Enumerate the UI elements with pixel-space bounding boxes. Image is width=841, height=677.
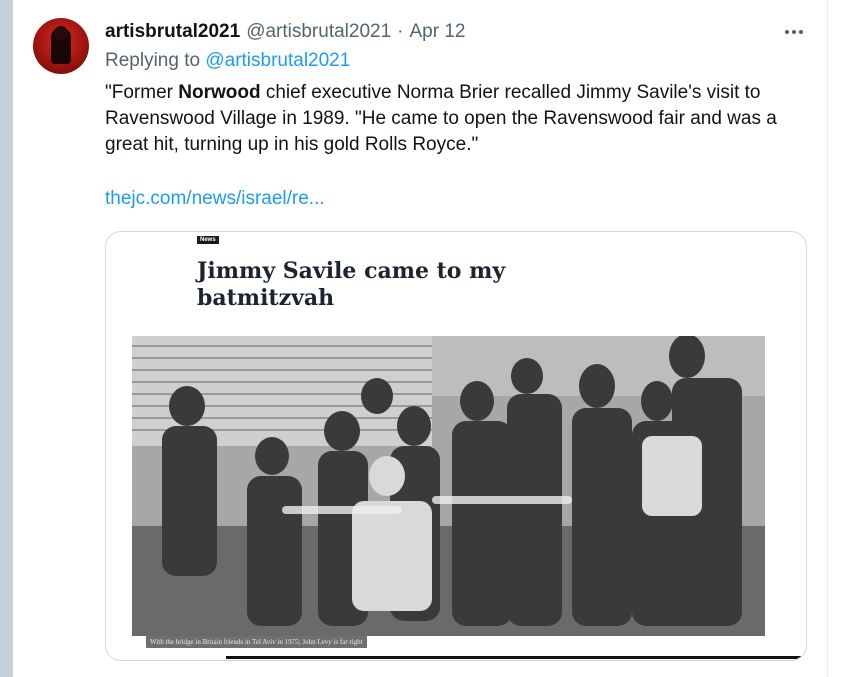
more-dot: [799, 30, 803, 34]
more-options-icon[interactable]: [780, 22, 808, 42]
tweet-text: "Former Norwood chief executive Norma Br…: [105, 80, 815, 158]
article-photo[interactable]: [132, 336, 765, 636]
news-tag: News: [197, 236, 219, 244]
left-rail: [0, 0, 13, 677]
user-handle[interactable]: @artisbrutal2021: [246, 21, 391, 43]
replying-handle-link[interactable]: @artisbrutal2021: [205, 50, 350, 71]
more-dot: [792, 30, 796, 34]
media-card[interactable]: News Jimmy Savile came to my batmitzvah: [105, 231, 807, 661]
tweet-date[interactable]: Apr 12: [410, 21, 466, 43]
photo-illustration: [132, 336, 765, 636]
avatar[interactable]: [33, 18, 89, 74]
article-link[interactable]: thejc.com/news/israel/re...: [105, 188, 325, 210]
tweet-header: artisbrutal2021 @artisbrutal2021 · Apr 1…: [105, 20, 465, 44]
replying-prefix: Replying to: [105, 50, 201, 71]
more-dot: [785, 30, 789, 34]
video-progress-bar: [226, 656, 806, 659]
replying-to: Replying to @artisbrutal2021: [105, 50, 350, 72]
column-border: [827, 0, 828, 677]
card-headline: Jimmy Savile came to my batmitzvah: [197, 258, 506, 311]
separator-dot: ·: [397, 21, 404, 42]
avatar-head: [54, 26, 68, 40]
tweet-text-part1: "Former: [105, 82, 179, 103]
display-name[interactable]: artisbrutal2021: [105, 21, 240, 43]
tweet-text-bold: Norwood: [178, 82, 261, 103]
photo-caption: With the bridge in Britain friends in Te…: [146, 636, 367, 648]
